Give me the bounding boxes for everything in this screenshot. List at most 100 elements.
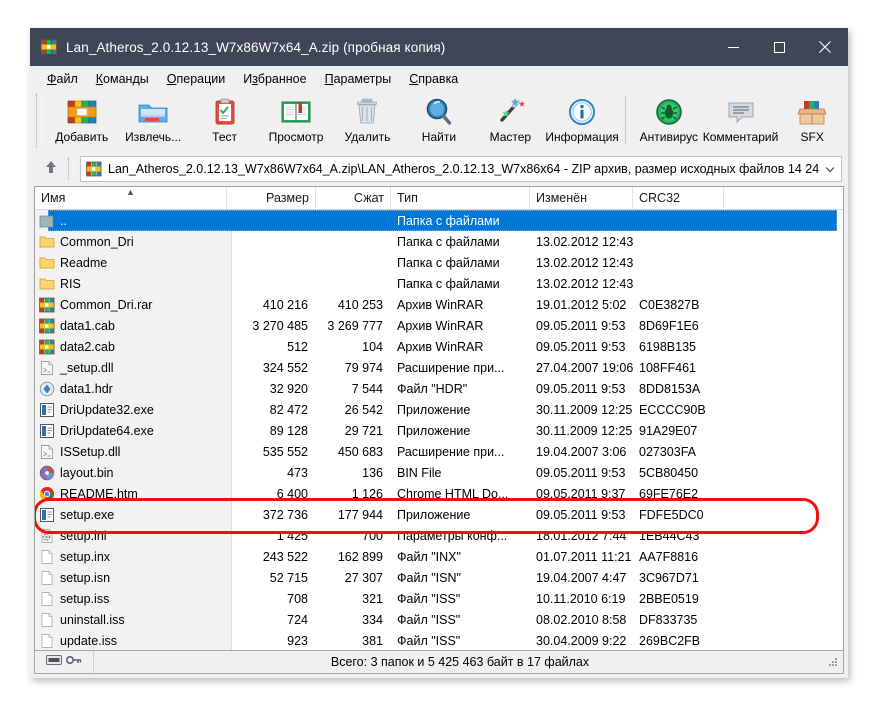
cell-mod: 30.04.2009 9:22 xyxy=(536,633,627,648)
menu-favorites[interactable]: Избранное xyxy=(234,69,315,89)
archive-path-combobox[interactable]: Lan_Atheros_2.0.12.13_W7x86W7x64_A.zip\L… xyxy=(80,156,842,182)
test-clipboard-icon xyxy=(208,96,242,128)
file-row[interactable]: ISSetup.dll 535 552 450 683 Расширение при.… xyxy=(35,441,843,462)
cell-crc: 108FF461 xyxy=(639,360,696,375)
toolbar-wizard-label: Мастер xyxy=(489,130,532,144)
status-bar-text: Всего: 3 папок и 5 425 463 байт в 17 фай… xyxy=(330,655,590,669)
file-row[interactable]: .. Папка с файлами xyxy=(35,210,843,231)
file-row[interactable]: DriUpdate32.exe 82 472 26 542 Приложение 30.… xyxy=(35,399,843,420)
file-row[interactable]: Common_Dri Папка с файлами 13.02.2012 12:4… xyxy=(35,231,843,252)
file-row[interactable]: Readme Папка с файлами 13.02.2012 12:43 xyxy=(35,252,843,273)
cell-type: Файл "HDR" xyxy=(397,381,468,396)
close-button[interactable] xyxy=(802,28,848,66)
cell-name: Readme xyxy=(35,255,227,271)
file-name-text: data1.hdr xyxy=(60,381,113,396)
column-header-name[interactable]: ▲ Имя xyxy=(35,187,227,209)
file-row[interactable]: Common_Dri.rar 410 216 410 253 Архив WinRAR… xyxy=(35,294,843,315)
file-name-text: DriUpdate64.exe xyxy=(60,423,154,438)
cell-crc: 1EB44C43 xyxy=(639,528,700,543)
cell-mod: 01.07.2011 11:21 xyxy=(536,549,632,564)
toolbar-wizard-button[interactable]: Мастер xyxy=(475,92,546,154)
file-row[interactable]: _setup.dll 324 552 79 974 Расширение при...… xyxy=(35,357,843,378)
cell-mod: 19.04.2007 3:06 xyxy=(536,444,627,459)
toolbar-delete-button[interactable]: Удалить xyxy=(332,92,403,154)
menu-commands-rest: оманды xyxy=(103,72,149,86)
up-one-level-button[interactable] xyxy=(36,156,66,182)
toolbar-grip[interactable] xyxy=(36,94,42,148)
file-row[interactable]: update.iss 923 381 Файл "ISS" 30.04.2009 9:2… xyxy=(35,630,843,650)
file-row[interactable]: setup.exe 372 736 177 944 Приложение 09.05.2… xyxy=(35,504,843,525)
wizard-wand-icon xyxy=(493,96,527,128)
file-row[interactable]: setup.inx 243 522 162 899 Файл "INX" 01.07.2… xyxy=(35,546,843,567)
menu-options[interactable]: Параметры xyxy=(316,69,401,89)
toolbar-comment-button[interactable]: Комментарий xyxy=(702,92,779,154)
minimize-button[interactable] xyxy=(710,28,756,66)
column-header-type[interactable]: Тип xyxy=(391,187,530,209)
toolbar-test-button[interactable]: Тест xyxy=(189,92,260,154)
menu-help[interactable]: Справка xyxy=(400,69,467,89)
file-row[interactable]: RIS Папка с файлами 13.02.2012 12:43 xyxy=(35,273,843,294)
toolbar-antivirus-button[interactable]: Антивирус xyxy=(633,92,704,154)
file-row[interactable]: setup.ini 1 425 700 Параметры конф... 18.01.… xyxy=(35,525,843,546)
column-header-crc[interactable]: CRC32 xyxy=(633,187,724,209)
resize-grip[interactable] xyxy=(826,655,840,669)
cell-size: 923 xyxy=(287,633,308,648)
chevron-down-icon[interactable] xyxy=(819,158,841,180)
toolbar-delete-label: Удалить xyxy=(344,130,391,144)
file-row[interactable]: uninstall.iss 724 334 Файл "ISS" 08.02.2010 … xyxy=(35,609,843,630)
cell-name: data1.cab xyxy=(35,318,227,334)
file-row[interactable]: data2.cab 512 104 Архив WinRAR 09.05.2011 9:… xyxy=(35,336,843,357)
cell-mod: 13.02.2012 12:43 xyxy=(536,234,633,249)
cell-name: Common_Dri.rar xyxy=(35,297,227,313)
toolbar-add-button[interactable]: Добавить xyxy=(46,92,117,154)
column-header-size[interactable]: Размер xyxy=(227,187,316,209)
key-icon[interactable] xyxy=(65,653,82,671)
menu-file[interactable]: Файл xyxy=(38,69,87,89)
hdr-icon xyxy=(39,381,55,397)
file-row[interactable]: data1.cab 3 270 485 3 269 777 Архив WinRAR 0… xyxy=(35,315,843,336)
cell-name: DriUpdate64.exe xyxy=(35,423,227,439)
drive-icon[interactable] xyxy=(46,653,62,671)
status-bar-icons xyxy=(35,651,94,673)
file-row[interactable]: setup.isn 52 715 27 307 Файл "ISN" 19.04.200… xyxy=(35,567,843,588)
toolbar-sfx-button[interactable]: SFX xyxy=(777,92,848,154)
cell-size: 708 xyxy=(287,591,308,606)
cell-type: BIN File xyxy=(397,465,442,480)
file-row[interactable]: data1.hdr 32 920 7 544 Файл "HDR" 09.05.2011… xyxy=(35,378,843,399)
file-row[interactable]: README.htm 6 400 1 126 Chrome HTML Do... 09.… xyxy=(35,483,843,504)
cell-packed: 29 721 xyxy=(344,423,383,438)
toolbar-info-button[interactable]: Информация xyxy=(545,92,619,154)
address-bar-grip[interactable] xyxy=(68,158,74,180)
cell-size: 3 270 485 xyxy=(252,318,308,333)
cell-type: Архив WinRAR xyxy=(397,297,484,312)
file-rows-container[interactable]: .. Папка с файлами Common_Dri Папка с файла… xyxy=(35,210,843,650)
address-bar: Lan_Atheros_2.0.12.13_W7x86W7x64_A.zip\L… xyxy=(30,154,848,186)
file-name-text: DriUpdate32.exe xyxy=(60,402,154,417)
toolbar-extract-button[interactable]: Извлечь... xyxy=(117,92,188,154)
column-header-modified[interactable]: Изменён xyxy=(530,187,633,209)
toolbar-sfx-label: SFX xyxy=(800,130,824,144)
cell-type: Архив WinRAR xyxy=(397,318,484,333)
file-row[interactable]: setup.iss 708 321 Файл "ISS" 10.11.2010 6:19… xyxy=(35,588,843,609)
cell-packed: 136 xyxy=(362,465,383,480)
toolbar-view-button[interactable]: Просмотр xyxy=(260,92,331,154)
file-row[interactable]: DriUpdate64.exe 89 128 29 721 Приложение 30.… xyxy=(35,420,843,441)
cell-mod: 09.05.2011 9:53 xyxy=(536,465,626,480)
cell-mod: 30.11.2009 12:25 xyxy=(536,402,633,417)
sort-ascending-icon: ▲ xyxy=(126,187,135,197)
menu-operations[interactable]: Операции xyxy=(158,69,234,89)
toolbar-comment-label: Комментарий xyxy=(702,130,779,144)
toolbar-find-button[interactable]: Найти xyxy=(403,92,474,154)
column-header-packed[interactable]: Сжат xyxy=(316,187,391,209)
cell-crc: 3C967D71 xyxy=(639,570,699,585)
cell-packed: 162 899 xyxy=(337,549,383,564)
toolbar-add-label: Добавить xyxy=(55,130,109,144)
column-header-packed-label: Сжат xyxy=(353,191,384,205)
cell-mod: 27.04.2007 19:06 xyxy=(536,360,633,375)
file-row[interactable]: layout.bin 473 136 BIN File 09.05.2011 9:53 5… xyxy=(35,462,843,483)
maximize-button[interactable] xyxy=(756,28,802,66)
cell-name: README.htm xyxy=(35,486,227,502)
menu-commands[interactable]: Команды xyxy=(87,69,158,89)
cell-crc: 91A29E07 xyxy=(639,423,698,438)
column-header-size-label: Размер xyxy=(266,191,309,205)
